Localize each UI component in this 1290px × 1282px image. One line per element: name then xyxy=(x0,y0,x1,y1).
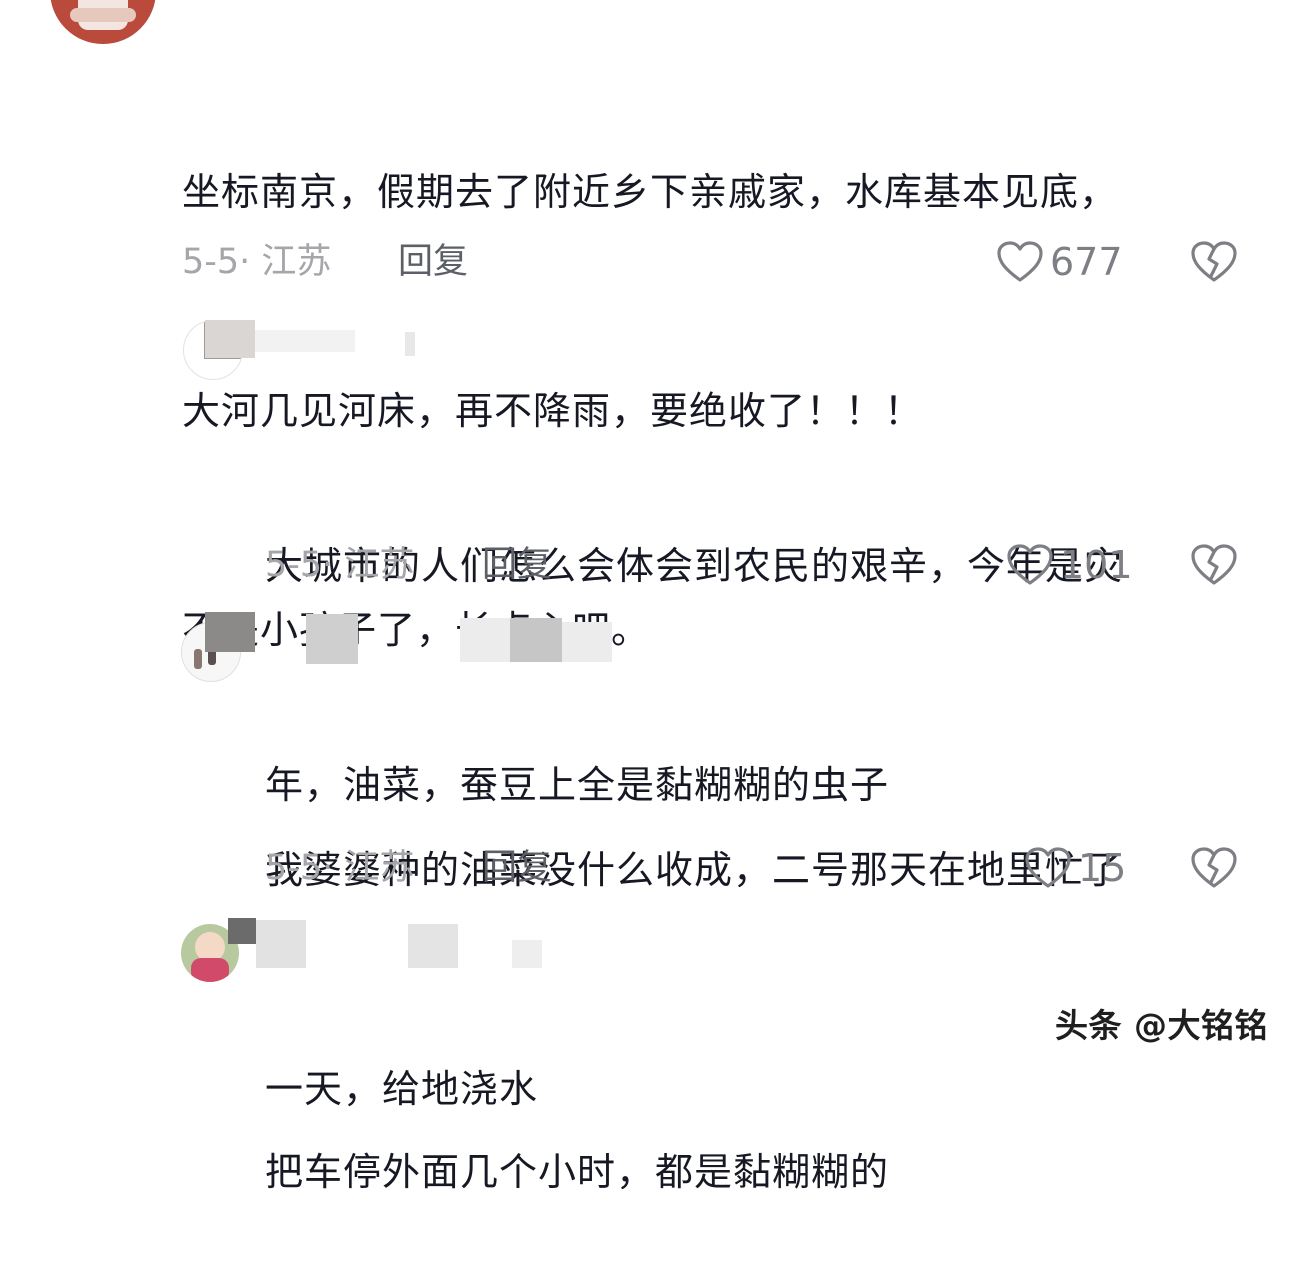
broken-heart-icon[interactable] xyxy=(1190,844,1238,892)
reply-button[interactable]: 回复 xyxy=(482,843,552,893)
censored-username xyxy=(510,618,562,662)
like-count: 101 xyxy=(1060,543,1133,587)
censored-username xyxy=(408,924,458,968)
censored-username xyxy=(256,920,306,968)
reply-date-location: 5-5· 江苏 xyxy=(265,545,415,585)
reply-button[interactable]: 回复 xyxy=(398,237,468,287)
censored-username xyxy=(306,614,358,664)
like-count: 677 xyxy=(1050,240,1123,284)
censored-username xyxy=(255,330,355,352)
broken-heart-icon[interactable] xyxy=(1190,541,1238,589)
watermark: 头条 @大铭铭 xyxy=(1055,1006,1268,1045)
reply-button[interactable]: 回复 xyxy=(482,540,552,590)
broken-heart-icon[interactable] xyxy=(1190,238,1238,286)
like-button[interactable]: 101 xyxy=(1006,540,1133,590)
censored-username xyxy=(405,332,415,356)
reply-text: 把车停外面几个小时，都是黏糊糊的 xyxy=(265,990,889,1282)
heart-outline-icon xyxy=(1025,847,1071,888)
censored-username xyxy=(205,612,255,652)
like-button[interactable]: 677 xyxy=(996,237,1123,287)
reply-date-location: 5-5· 江苏 xyxy=(265,848,415,888)
heart-outline-icon xyxy=(997,241,1043,282)
censored-username xyxy=(228,918,256,944)
censored-username xyxy=(512,940,542,968)
avatar-figure xyxy=(191,958,229,982)
censored-username xyxy=(562,622,612,662)
avatar-decoration xyxy=(70,8,136,22)
heart-outline-icon xyxy=(1007,544,1053,585)
comment-date-location: 5-5· 江苏 xyxy=(182,242,332,282)
comment-line: 坐标南京，假期去了附近乡下亲戚家，水库基本见底， xyxy=(182,170,1119,214)
reply-line: 把车停外面几个小时，都是黏糊糊的 xyxy=(265,1150,890,1194)
like-count: 15 xyxy=(1078,846,1127,890)
censored-username xyxy=(205,320,255,358)
avatar-figure xyxy=(194,649,202,669)
commenter-avatar[interactable] xyxy=(50,0,156,44)
censored-username xyxy=(460,618,510,662)
like-button[interactable]: 15 xyxy=(1024,843,1126,893)
